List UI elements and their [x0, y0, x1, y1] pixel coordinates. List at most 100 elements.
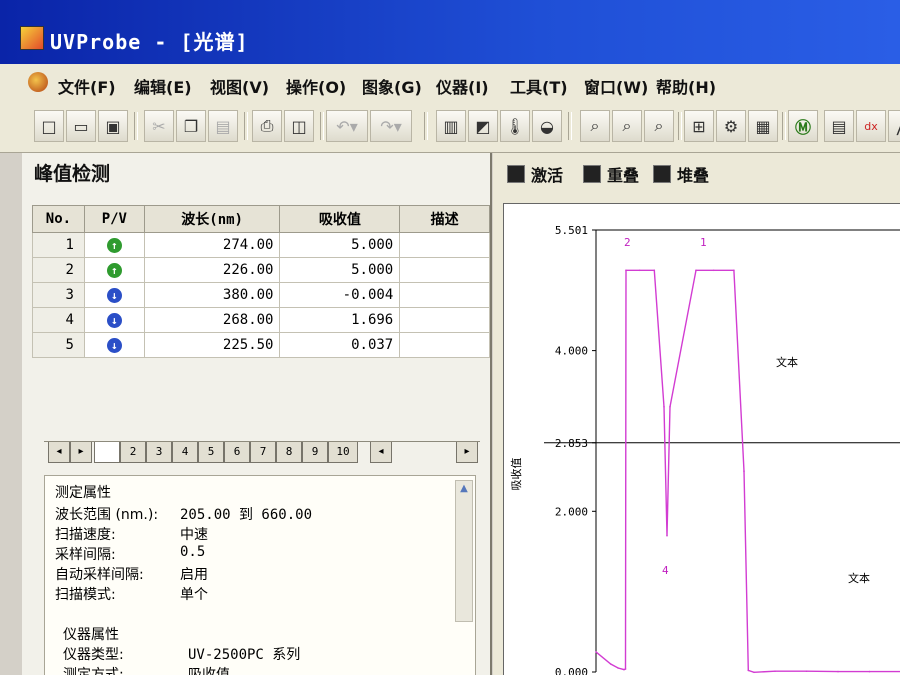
derivative-icon[interactable]: dx — [856, 110, 886, 142]
properties-scrollbar[interactable]: ▲ — [455, 480, 473, 622]
table-row[interactable]: 4 ↓ 268.00 1.696 — [32, 307, 490, 333]
absorbance-cell[interactable]: 0.037 — [279, 332, 401, 358]
graph-pane: 激活 重叠 堆叠 吸收值 0.000 2.000 2.853 4.000 5.501 2… — [493, 153, 900, 675]
absorbance-cell[interactable]: 1.696 — [279, 307, 401, 333]
paste-icon[interactable]: ▤ — [208, 110, 238, 142]
peak-up-icon: ↑ — [106, 263, 122, 278]
table-row[interactable]: 2 ↑ 226.00 5.000 — [32, 257, 490, 283]
scroll-up-icon[interactable]: ▲ — [456, 481, 472, 497]
cut-icon[interactable]: ✂ — [144, 110, 174, 142]
menu-edit[interactable]: 编辑(E) — [134, 74, 192, 98]
spectrum-icon[interactable]: ⋀ — [888, 110, 900, 142]
tab-active[interactable]: 激活 — [507, 159, 563, 189]
table-header-row: No. P/V 波长(nm) 吸收值 描述 — [32, 205, 490, 233]
sheet-tab-9[interactable]: 9 — [302, 442, 328, 463]
annotation-text[interactable]: 文本 — [776, 355, 798, 369]
temperature-icon[interactable]: 🌡 — [500, 110, 530, 142]
data-point — [747, 669, 750, 672]
pv-cell: ↑ — [83, 257, 145, 283]
uvprobe-app-icon[interactable] — [20, 26, 44, 50]
derivative-label: dx — [864, 119, 878, 133]
toolbar-separator — [568, 112, 572, 140]
new-file-icon[interactable]: □ — [34, 110, 64, 142]
open-folder-icon[interactable]: ▭ — [66, 110, 96, 142]
description-cell[interactable] — [399, 307, 490, 333]
layout-icon[interactable]: ⊞ — [684, 110, 714, 142]
copy-icon[interactable]: ❐ — [176, 110, 206, 142]
peak-marker-label: 2 — [624, 236, 631, 249]
data-point — [625, 269, 627, 272]
row-number: 1 — [32, 232, 85, 258]
zoom-fit-icon[interactable]: ⌕ — [644, 110, 674, 142]
data-point — [774, 670, 776, 672]
overlay-view-icon — [583, 165, 601, 183]
sheet-tab-4[interactable]: 4 — [172, 442, 198, 463]
column-header-pv[interactable]: P/V — [83, 205, 145, 233]
table-row[interactable]: 5 ↓ 225.50 0.037 — [32, 332, 490, 358]
zoom-region-icon[interactable]: ⌕ — [612, 110, 642, 142]
annotation-text[interactable]: 文本 — [848, 571, 870, 585]
wavelength-cell[interactable]: 225.50 — [143, 332, 281, 358]
column-header-description[interactable]: 描述 — [399, 205, 490, 233]
absorbance-cell[interactable]: -0.004 — [279, 282, 401, 308]
measure-icon[interactable]: ◒ — [532, 110, 562, 142]
spectrum-plot[interactable]: 吸收值 0.0002.0002.8534.0005.501 2 1 4 文本 文… — [504, 204, 900, 675]
wavelength-cell[interactable]: 274.00 — [143, 232, 281, 258]
absorbance-cell[interactable]: 5.000 — [279, 232, 401, 258]
method-icon[interactable]: Ⓜ — [788, 110, 818, 142]
sheet-tab-8[interactable]: 8 — [276, 442, 302, 463]
pv-cell: ↓ — [83, 307, 145, 333]
sheet-tab-1[interactable] — [94, 442, 120, 463]
tab-scroll-next[interactable]: ▸ — [70, 442, 92, 463]
tab-hscroll-left[interactable]: ◂ — [370, 442, 392, 463]
sheet-tab-6[interactable]: 6 — [224, 442, 250, 463]
menu-tools[interactable]: 工具(T) — [510, 74, 568, 98]
save-icon[interactable]: ▣ — [98, 110, 128, 142]
menu-window[interactable]: 窗口(W) — [584, 74, 648, 98]
redo-icon[interactable]: ↷▾ — [370, 110, 412, 142]
menu-graph[interactable]: 图象(G) — [362, 74, 422, 98]
sheet-tab-2[interactable]: 2 — [120, 442, 146, 463]
sheet-tab-7[interactable]: 7 — [250, 442, 276, 463]
undo-icon[interactable]: ↶▾ — [326, 110, 368, 142]
print-icon[interactable]: ⎙ — [252, 110, 282, 142]
data-icon[interactable]: ▤ — [824, 110, 854, 142]
description-cell[interactable] — [399, 282, 490, 308]
zoom-icon[interactable]: ⌕ — [580, 110, 610, 142]
instrument-icon[interactable]: ◩ — [468, 110, 498, 142]
menu-help[interactable]: 帮助(H) — [656, 74, 716, 98]
absorbance-cell[interactable]: 5.000 — [279, 257, 401, 283]
table-row[interactable]: 1 ↑ 274.00 5.000 — [32, 232, 490, 258]
menu-instrument[interactable]: 仪器(I) — [436, 74, 489, 98]
menu-file[interactable]: 文件(F) — [58, 74, 116, 98]
document-menu-icon[interactable] — [28, 72, 48, 92]
column-header-wavelength[interactable]: 波长(nm) — [143, 205, 281, 233]
tab-stack[interactable]: 堆叠 — [653, 159, 709, 189]
sheet-tab-5[interactable]: 5 — [198, 442, 224, 463]
tab-scroll-first[interactable]: ◂ — [48, 442, 70, 463]
tab-overlay[interactable]: 重叠 — [583, 159, 639, 189]
description-cell[interactable] — [399, 257, 490, 283]
menu-view[interactable]: 视图(V) — [210, 74, 269, 98]
tab-hscroll-right[interactable]: ▸ — [456, 442, 478, 463]
menu-operation[interactable]: 操作(O) — [286, 74, 346, 98]
spectrum-graph[interactable]: 吸收值 0.000 2.000 2.853 4.000 5.501 2 1 4 文本 文… — [503, 203, 900, 675]
settings-icon[interactable]: ⚙ — [716, 110, 746, 142]
data-point — [712, 269, 715, 272]
spectrum-series-line[interactable] — [595, 269, 900, 674]
toolbar: □ ▭ ▣ ✂ ❐ ▤ ⎙ ◫ ↶▾ ↷▾ ▥ ◩ 🌡 ◒ ⌕ ⌕ ⌕ ⊞ ⚙ … — [0, 102, 900, 153]
description-cell[interactable] — [399, 332, 490, 358]
table-row[interactable]: 3 ↓ 380.00 -0.004 — [32, 282, 490, 308]
sheet-tab-10[interactable]: 10 — [328, 442, 358, 463]
y-axis-label: 吸收值 — [509, 458, 523, 491]
wavelength-cell[interactable]: 226.00 — [143, 257, 281, 283]
wavelength-cell[interactable]: 268.00 — [143, 307, 281, 333]
print-preview-icon[interactable]: ◫ — [284, 110, 314, 142]
report-icon[interactable]: ▥ — [436, 110, 466, 142]
sheet-tab-3[interactable]: 3 — [146, 442, 172, 463]
wavelength-cell[interactable]: 380.00 — [143, 282, 281, 308]
description-cell[interactable] — [399, 232, 490, 258]
column-header-absorbance[interactable]: 吸收值 — [279, 205, 401, 233]
column-header-no[interactable]: No. — [32, 205, 85, 233]
properties-icon[interactable]: ▦ — [748, 110, 778, 142]
